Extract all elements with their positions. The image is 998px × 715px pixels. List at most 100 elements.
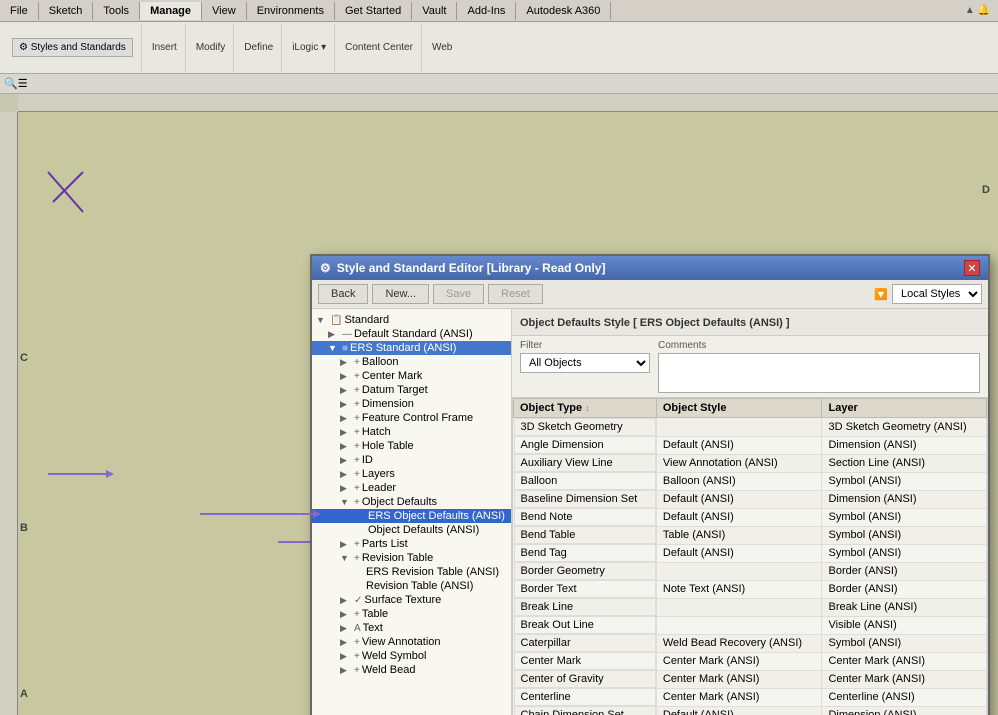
tree-expand-hatch[interactable]: ▶: [340, 427, 352, 438]
modify-button[interactable]: Modify: [196, 42, 225, 53]
table-row[interactable]: Bend TagDefault (ANSI)Symbol (ANSI): [514, 544, 987, 562]
insert-button[interactable]: Insert: [152, 42, 177, 53]
tree-label-text: Text: [363, 622, 383, 634]
tree-expand-layers[interactable]: ▶: [340, 469, 352, 480]
tree-expand-revision[interactable]: ▼: [340, 553, 352, 563]
back-button[interactable]: Back: [318, 284, 368, 304]
table-row[interactable]: Baseline Dimension SetDefault (ANSI)Dime…: [514, 490, 987, 508]
tree-item-view-annotation[interactable]: ▶ + View Annotation: [312, 635, 511, 649]
filter-select[interactable]: All ObjectsBalloonDimensionTextLeader: [520, 353, 650, 373]
tree-item-revision-ansi[interactable]: Revision Table (ANSI): [312, 579, 511, 593]
tree-expand-center-mark[interactable]: ▶: [340, 371, 352, 382]
tree-item-weld-symbol[interactable]: ▶ + Weld Symbol: [312, 649, 511, 663]
tree-item-standard[interactable]: ▼ 📋 Standard: [312, 313, 511, 327]
tree-expand-weld-bead[interactable]: ▶: [340, 665, 352, 676]
web-button[interactable]: Web: [432, 42, 452, 53]
col-object-style[interactable]: Object Style: [656, 399, 822, 418]
tree-item-ers-revision[interactable]: ERS Revision Table (ANSI): [312, 565, 511, 579]
table-row[interactable]: CenterlineCenter Mark (ANSI)Centerline (…: [514, 688, 987, 706]
table-row[interactable]: Bend TableTable (ANSI)Symbol (ANSI): [514, 526, 987, 544]
comments-box[interactable]: [658, 353, 980, 393]
tree-expand-object-defaults[interactable]: ▼: [340, 497, 352, 507]
comments-label: Comments: [658, 340, 980, 351]
nav-tab-file[interactable]: File: [0, 2, 39, 20]
table-scroll[interactable]: Object Type ↕ Object Style Layer 3D Sket…: [513, 398, 987, 715]
table-row[interactable]: BalloonBalloon (ANSI)Symbol (ANSI): [514, 472, 987, 490]
nav-tab-get-started[interactable]: Get Started: [335, 2, 412, 20]
tree-expand-view[interactable]: ▶: [340, 637, 352, 648]
tree-item-ers-object-defaults[interactable]: ERS Object Defaults (ANSI): [312, 509, 511, 523]
table-row[interactable]: Center MarkCenter Mark (ANSI)Center Mark…: [514, 652, 987, 670]
tree-item-feature-control[interactable]: ▶ + Feature Control Frame: [312, 411, 511, 425]
tree-item-parts-list[interactable]: ▶ + Parts List: [312, 537, 511, 551]
canvas-label-b: B: [20, 522, 28, 534]
tree-expand-leader[interactable]: ▶: [340, 483, 352, 494]
tree-item-center-mark[interactable]: ▶ + Center Mark: [312, 369, 511, 383]
tree-expand-default[interactable]: ▶: [328, 329, 340, 340]
search-button[interactable]: 🔍: [4, 77, 18, 90]
local-styles-select[interactable]: Local Styles: [892, 284, 982, 304]
new-button[interactable]: New...: [372, 284, 429, 304]
table-row[interactable]: Border GeometryBorder (ANSI): [514, 562, 987, 580]
tree-item-default-standard[interactable]: ▶ — Default Standard (ANSI): [312, 327, 511, 341]
tree-expand-surface[interactable]: ▶: [340, 595, 352, 606]
save-button[interactable]: Save: [433, 284, 484, 304]
tree-expand-table[interactable]: ▶: [340, 609, 352, 620]
tree-item-datum-target[interactable]: ▶ + Datum Target: [312, 383, 511, 397]
tree-item-table[interactable]: ▶ + Table: [312, 607, 511, 621]
nav-tab-tools[interactable]: Tools: [93, 2, 140, 20]
nav-tab-sketch[interactable]: Sketch: [39, 2, 94, 20]
tree-expand-balloon[interactable]: ▶: [340, 357, 352, 368]
define-button[interactable]: Define: [244, 42, 273, 53]
tree-expand-weld-sym[interactable]: ▶: [340, 651, 352, 662]
tree-expand-id[interactable]: ▶: [340, 455, 352, 466]
tree-item-revision-table[interactable]: ▼ + Revision Table: [312, 551, 511, 565]
tree-item-text[interactable]: ▶ A Text: [312, 621, 511, 635]
content-center-button[interactable]: Content Center: [345, 42, 413, 53]
table-row[interactable]: Center of GravityCenter Mark (ANSI)Cente…: [514, 670, 987, 688]
nav-tab-vault[interactable]: Vault: [412, 2, 457, 20]
table-row[interactable]: Bend NoteDefault (ANSI)Symbol (ANSI): [514, 508, 987, 526]
tree-expand-dimension[interactable]: ▶: [340, 399, 352, 410]
table-row[interactable]: Break Out LineVisible (ANSI): [514, 616, 987, 634]
tree-expand-feature[interactable]: ▶: [340, 413, 352, 424]
dialog-close-button[interactable]: ✕: [964, 260, 980, 276]
tree-expand-datum-target[interactable]: ▶: [340, 385, 352, 396]
tree-expand-ers[interactable]: ▼: [328, 343, 340, 353]
tree-item-object-defaults[interactable]: ▼ + Object Defaults: [312, 495, 511, 509]
styles-button[interactable]: ⚙ Styles and Standards: [12, 38, 133, 57]
nav-tab-manage[interactable]: Manage: [140, 2, 202, 20]
table-row[interactable]: Break LineBreak Line (ANSI): [514, 598, 987, 616]
tree-item-ers-standard[interactable]: ▼ ■ ERS Standard (ANSI): [312, 341, 511, 355]
tree-expand-text[interactable]: ▶: [340, 623, 352, 634]
table-row[interactable]: Auxiliary View LineView Annotation (ANSI…: [514, 454, 987, 472]
col-object-type[interactable]: Object Type ↕: [514, 399, 657, 418]
nav-tab-add-ins[interactable]: Add-Ins: [457, 2, 516, 20]
table-row[interactable]: Border TextNote Text (ANSI)Border (ANSI): [514, 580, 987, 598]
tree-expand-hole-table[interactable]: ▶: [340, 441, 352, 452]
table-row[interactable]: Chain Dimension SetDefault (ANSI)Dimensi…: [514, 706, 987, 715]
tree-item-id[interactable]: ▶ + ID: [312, 453, 511, 467]
table-row[interactable]: Angle DimensionDefault (ANSI)Dimension (…: [514, 436, 987, 454]
table-row[interactable]: CaterpillarWeld Bead Recovery (ANSI)Symb…: [514, 634, 987, 652]
tree-item-surface-texture[interactable]: ▶ ✓ Surface Texture: [312, 593, 511, 607]
nav-tab-view[interactable]: View: [202, 2, 247, 20]
tree-item-hatch[interactable]: ▶ + Hatch: [312, 425, 511, 439]
nav-tab-a360[interactable]: Autodesk A360: [516, 2, 611, 20]
tree-expand-parts[interactable]: ▶: [340, 539, 352, 550]
menu-button[interactable]: ☰: [18, 77, 28, 90]
sort-icon-type: ↕: [585, 403, 590, 413]
tree-item-object-defaults-ansi[interactable]: Object Defaults (ANSI): [312, 523, 511, 537]
nav-tab-environments[interactable]: Environments: [247, 2, 335, 20]
tree-item-balloon[interactable]: ▶ + Balloon: [312, 355, 511, 369]
tree-item-leader[interactable]: ▶ + Leader: [312, 481, 511, 495]
tree-item-weld-bead[interactable]: ▶ + Weld Bead: [312, 663, 511, 677]
tree-item-dimension[interactable]: ▶ + Dimension: [312, 397, 511, 411]
col-layer[interactable]: Layer: [822, 399, 987, 418]
tree-item-layers[interactable]: ▶ + Layers: [312, 467, 511, 481]
tree-item-hole-table[interactable]: ▶ + Hole Table: [312, 439, 511, 453]
reset-button[interactable]: Reset: [488, 284, 543, 304]
table-row[interactable]: 3D Sketch Geometry3D Sketch Geometry (AN…: [514, 418, 987, 437]
ilogic-button[interactable]: iLogic ▾: [292, 42, 326, 53]
tree-expand-standard[interactable]: ▼: [316, 315, 328, 325]
